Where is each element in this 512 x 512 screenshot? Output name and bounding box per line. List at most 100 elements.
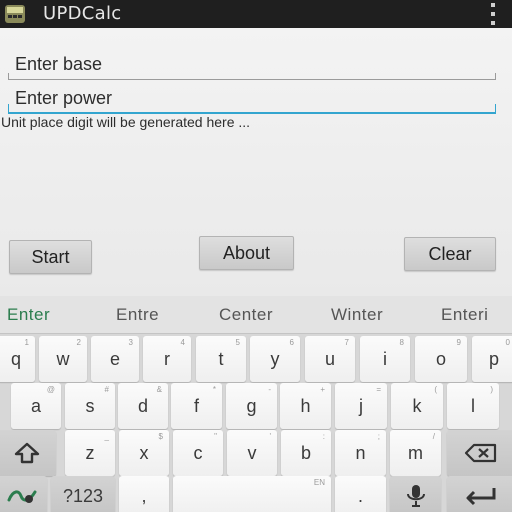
space-key[interactable]: EN: [173, 476, 331, 512]
key-w[interactable]: w2: [39, 336, 87, 382]
key-hint: ): [490, 385, 493, 394]
action-bar: UPDCalc: [0, 0, 512, 28]
key-d[interactable]: d &: [118, 383, 168, 429]
key-hint: 9: [456, 338, 461, 347]
key-u[interactable]: u7: [305, 336, 355, 382]
key-label: ?123: [62, 485, 104, 506]
shift-key[interactable]: [0, 430, 56, 476]
key-label: y: [270, 348, 280, 369]
key-o[interactable]: o9: [415, 336, 467, 382]
key-label: e: [109, 348, 120, 369]
key-y[interactable]: y6: [250, 336, 300, 382]
key-q[interactable]: q1: [0, 336, 35, 382]
key-hint: /: [432, 432, 435, 441]
key-e[interactable]: e3: [91, 336, 139, 382]
key-label: o: [435, 348, 446, 369]
suggestion-item[interactable]: Center: [219, 305, 273, 325]
key-hint: 5: [235, 338, 240, 347]
key-s[interactable]: s #: [65, 383, 115, 429]
suggestion-item[interactable]: Enteri: [441, 305, 488, 325]
key-label: c: [193, 442, 203, 463]
key-label: d: [137, 395, 148, 416]
key-k[interactable]: k(: [391, 383, 443, 429]
key-hint: -: [268, 385, 271, 394]
key-z[interactable]: z _: [65, 430, 115, 476]
overflow-menu-icon[interactable]: [488, 3, 498, 25]
key-label: v: [247, 442, 257, 463]
result-label: Unit place digit will be generated here …: [1, 114, 251, 130]
key-label: .: [357, 485, 363, 506]
key-label: z: [85, 442, 95, 463]
key-hint: $: [158, 432, 163, 441]
key-r[interactable]: r4: [143, 336, 191, 382]
key-hint: @: [46, 385, 55, 394]
key-label: a: [30, 395, 41, 416]
key-label: m: [408, 442, 423, 463]
key-hint: ;: [377, 432, 380, 441]
key-label: j: [359, 395, 363, 416]
period-key[interactable]: .: [335, 476, 386, 512]
key-label: b: [300, 442, 311, 463]
clear-button[interactable]: Clear: [404, 237, 496, 271]
soft-keyboard: Enter Entre Center Winter Enteri q1 w2 e…: [0, 296, 512, 512]
key-hint: EN: [313, 478, 325, 487]
mic-key[interactable]: [390, 476, 441, 512]
key-label: p: [488, 348, 499, 369]
key-m[interactable]: m /: [390, 430, 441, 476]
key-a[interactable]: a @: [11, 383, 61, 429]
key-j[interactable]: j =: [335, 383, 387, 429]
key-c[interactable]: c ": [173, 430, 223, 476]
key-g[interactable]: g-: [226, 383, 277, 429]
key-hint: _: [104, 432, 109, 441]
key-hint: 6: [289, 338, 294, 347]
shift-icon: [14, 442, 39, 464]
enter-icon: [466, 488, 496, 506]
backspace-icon: [464, 443, 497, 463]
power-input[interactable]: [8, 84, 496, 112]
key-label: h: [300, 395, 311, 416]
key-hint: =: [376, 385, 381, 394]
key-l[interactable]: l): [447, 383, 499, 429]
key-hint: *: [212, 385, 216, 394]
key-f[interactable]: f *: [171, 383, 222, 429]
key-h[interactable]: h +: [280, 383, 331, 429]
key-b[interactable]: b:: [281, 430, 331, 476]
key-hint: 8: [399, 338, 404, 347]
swype-key[interactable]: [0, 476, 47, 512]
key-label: n: [355, 442, 366, 463]
enter-key[interactable]: [447, 476, 512, 512]
key-x[interactable]: x $: [119, 430, 169, 476]
key-hint: ': [269, 432, 271, 441]
key-label: w: [56, 348, 70, 369]
key-label: q: [10, 348, 21, 369]
key-hint: &: [156, 385, 162, 394]
microphone-icon: [406, 485, 425, 507]
app-title: UPDCalc: [43, 3, 122, 24]
key-hint: 1: [24, 338, 29, 347]
suggestion-item[interactable]: Winter: [331, 305, 383, 325]
suggestion-item[interactable]: Entre: [116, 305, 159, 325]
comma-key[interactable]: ,: [119, 476, 169, 512]
base-field-container: [8, 50, 496, 80]
about-button[interactable]: About: [199, 236, 294, 270]
key-label: k: [412, 395, 422, 416]
key-p[interactable]: p0: [472, 336, 512, 382]
key-label: u: [324, 348, 335, 369]
swype-icon: [7, 490, 37, 503]
symbols-key[interactable]: ?123: [51, 476, 115, 512]
key-hint: 3: [128, 338, 133, 347]
key-label: s: [85, 395, 95, 416]
key-label: i: [383, 348, 387, 369]
delete-key[interactable]: [447, 430, 512, 476]
app-icon: [5, 5, 25, 23]
base-input[interactable]: [8, 50, 496, 79]
start-button[interactable]: Start: [9, 240, 92, 274]
key-i[interactable]: i8: [360, 336, 410, 382]
suggestion-item[interactable]: Enter: [7, 305, 50, 325]
key-n[interactable]: n;: [335, 430, 386, 476]
key-label: g: [246, 395, 257, 416]
key-hint: 2: [76, 338, 81, 347]
key-label: x: [139, 442, 149, 463]
key-v[interactable]: v ': [227, 430, 277, 476]
key-t[interactable]: t5: [196, 336, 246, 382]
